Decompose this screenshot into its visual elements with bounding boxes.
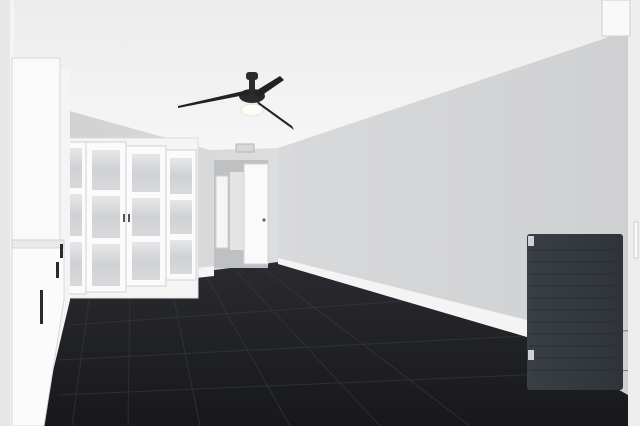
door-handle[interactable] (123, 214, 125, 222)
right-window-edge (628, 0, 640, 426)
hallway-door-right[interactable] (243, 163, 269, 265)
fan-light (240, 103, 264, 117)
countertop (11, 239, 65, 249)
room-photo (0, 0, 640, 426)
window-latch[interactable] (633, 221, 639, 259)
hallway-door-left[interactable] (215, 175, 229, 249)
cabinet-handle[interactable] (60, 244, 63, 258)
upper-cabinet (11, 57, 61, 245)
heater-bracket (528, 236, 534, 246)
french-doors[interactable] (65, 141, 197, 295)
wall-heater (527, 234, 623, 390)
left-window-edge (0, 0, 10, 426)
cabinet-handle[interactable] (56, 262, 59, 278)
ceiling-vent (235, 143, 255, 153)
ceiling-light-fixture (601, 0, 631, 37)
cabinet-handle[interactable] (40, 290, 43, 324)
heater-bracket (528, 350, 534, 360)
door-handle[interactable] (128, 214, 130, 222)
baseboard-left (196, 266, 214, 278)
hallway-interior-wall (230, 172, 244, 250)
hallway-door-knob[interactable] (262, 218, 266, 222)
